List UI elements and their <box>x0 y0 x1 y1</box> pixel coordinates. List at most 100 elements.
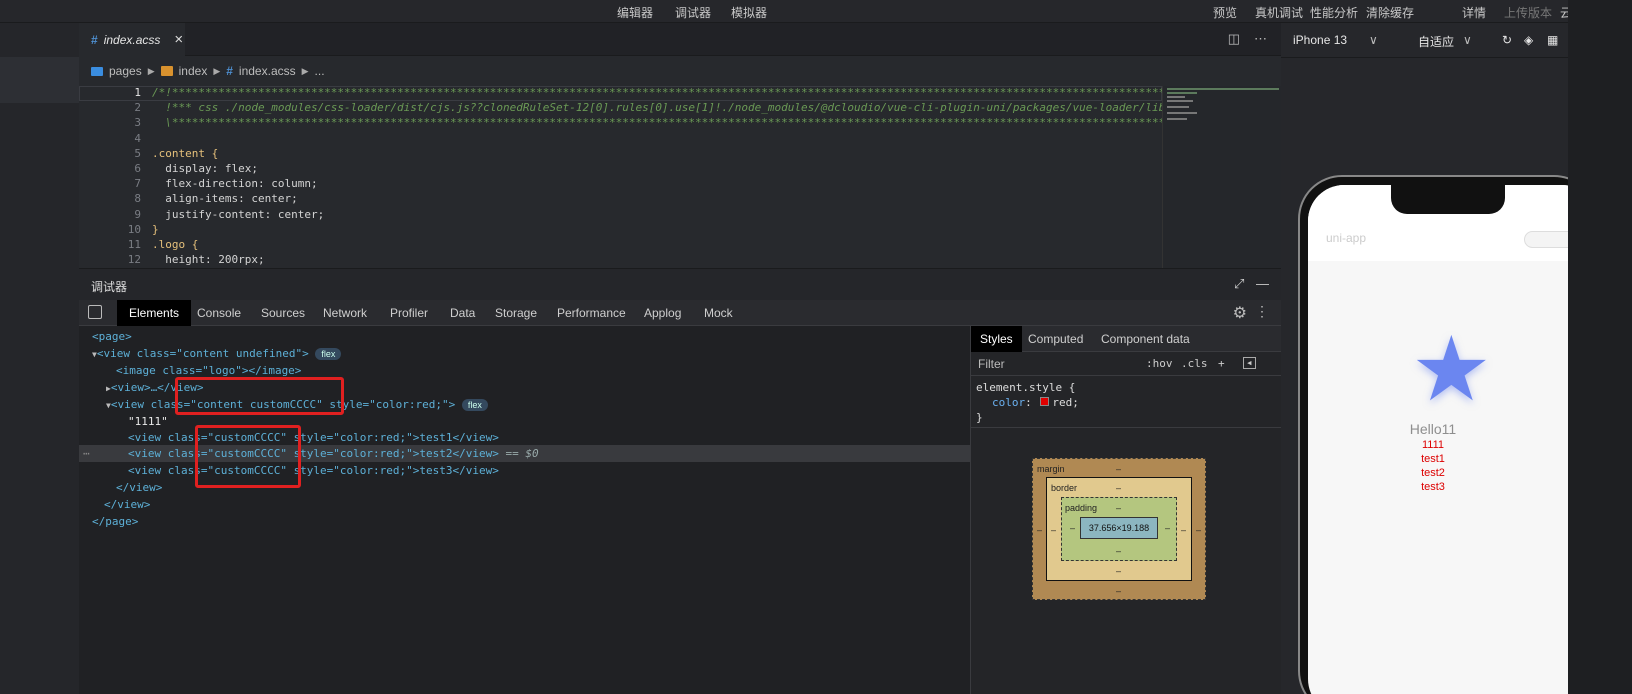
more-vertical-icon[interactable]: ⋮ <box>1255 303 1269 320</box>
upload-button[interactable]: 上传版本 <box>1504 4 1552 21</box>
tab-mock[interactable]: Mock <box>704 306 733 320</box>
minimap-line <box>1167 100 1193 102</box>
code-editor: # index.acss × ◫ ⋯ pages ▶ index ▶ # ind… <box>79 23 1344 268</box>
border-top-value[interactable]: – <box>1116 483 1121 493</box>
property-name[interactable]: color <box>992 396 1025 409</box>
padding-top-value[interactable]: – <box>1116 503 1121 513</box>
image-logo-tag: <image class="logo"></image> <box>116 364 302 377</box>
minimap-line <box>1167 96 1185 98</box>
tab-data[interactable]: Data <box>450 306 475 320</box>
box-model-padding: padding – – – – 37.656×19.188 <box>1061 497 1177 561</box>
text-node: "1111" <box>128 415 168 428</box>
tab-computed[interactable]: Computed <box>1028 332 1083 346</box>
tab-storage[interactable]: Storage <box>495 306 537 320</box>
tree-row[interactable]: <page> <box>79 328 970 345</box>
editor-tab-index-acss[interactable]: # index.acss × <box>79 23 185 56</box>
preview-button[interactable]: 预览 <box>1213 4 1237 21</box>
tab-network[interactable]: Network <box>323 306 367 320</box>
back-title[interactable]: uni-app <box>1326 231 1366 245</box>
tree-row[interactable]: ▼<view class="content undefined"> flex <box>79 345 970 362</box>
close-icon[interactable]: × <box>174 31 183 48</box>
toggle-sidebar-icon[interactable]: ◂ <box>1243 357 1256 369</box>
scale-select[interactable]: 自适应 <box>1418 33 1454 50</box>
tab-performance[interactable]: Performance <box>557 306 626 320</box>
split-editor-icon[interactable]: ◫ <box>1228 31 1240 47</box>
gear-icon[interactable]: ⚙ <box>1233 303 1247 323</box>
tab-profiler[interactable]: Profiler <box>390 306 428 320</box>
breadcrumb-more[interactable]: ... <box>315 64 325 78</box>
code-area[interactable]: 1 2 3 4 5 6 7 8 9 10 11 12 /*!**********… <box>79 86 1344 268</box>
line-number: 10 <box>127 223 141 236</box>
editor-tab-bar: # index.acss × ◫ ⋯ <box>79 23 1281 56</box>
minimap-line <box>1167 112 1197 114</box>
clear-cache-button[interactable]: 清除缓存 <box>1366 4 1414 21</box>
chevron-down-icon[interactable]: ∨ <box>1463 33 1472 47</box>
tree-row[interactable]: </view> <box>79 496 970 513</box>
red-text-1111: 1111 <box>1421 439 1445 451</box>
simulator-toolbar: iPhone 13 ∨ 自适应 ∨ ↻ ◈ ▦ <box>1281 23 1568 58</box>
red-text-test1: test1 <box>1421 453 1445 465</box>
filter-input[interactable]: Filter <box>978 357 1005 371</box>
margin-right-value[interactable]: – <box>1196 525 1201 535</box>
tab-applog[interactable]: Applog <box>644 306 681 320</box>
device-debug-button[interactable]: 真机调试 <box>1255 4 1303 21</box>
tree-row[interactable]: </page> <box>79 513 970 530</box>
performance-button[interactable]: 性能分析 <box>1310 4 1358 21</box>
padding-bottom-value[interactable]: – <box>1116 546 1121 556</box>
line-number: 6 <box>134 162 141 175</box>
line-number: 4 <box>134 132 141 145</box>
grid-icon[interactable]: ▦ <box>1547 33 1558 47</box>
tab-elements[interactable]: Elements <box>117 300 192 326</box>
breadcrumb-pages[interactable]: pages <box>109 64 142 78</box>
minimap[interactable] <box>1162 86 1281 268</box>
tab-sources[interactable]: Sources <box>261 306 305 320</box>
margin-bottom-value[interactable]: – <box>1116 586 1121 596</box>
menu-editor[interactable]: 编辑器 <box>617 4 653 21</box>
sidebar-selected-item[interactable] <box>0 57 79 103</box>
more-icon[interactable]: ⋯ <box>1254 31 1267 47</box>
more-icon[interactable]: ⋯ <box>83 445 90 462</box>
breadcrumb-index[interactable]: index <box>179 64 208 78</box>
flex-badge[interactable]: flex <box>315 348 342 360</box>
rule-declaration[interactable]: color: red; <box>976 395 1276 410</box>
box-model-content[interactable]: 37.656×19.188 <box>1080 517 1158 539</box>
tab-styles[interactable]: Styles <box>971 326 1022 352</box>
property-value[interactable]: red; <box>1052 396 1079 409</box>
padding-right-value[interactable]: – <box>1165 523 1170 533</box>
cloud-button[interactable]: 云 <box>1560 4 1568 21</box>
inspect-element-icon[interactable] <box>88 305 102 319</box>
device-select[interactable]: iPhone 13 <box>1293 33 1347 47</box>
menu-simulator[interactable]: 模拟器 <box>731 4 767 21</box>
margin-left-value[interactable]: – <box>1037 525 1042 535</box>
styles-filter-bar: Filter :hov .cls + ◂ <box>971 352 1281 376</box>
tab-console[interactable]: Console <box>197 306 241 320</box>
expand-icon[interactable]: ⤢ <box>1234 276 1244 292</box>
details-button[interactable]: 详情 <box>1462 4 1486 21</box>
chevron-down-icon[interactable]: ∨ <box>1369 33 1378 47</box>
code-line: /*!*************************************… <box>152 86 1205 99</box>
code-line: justify-content: center; <box>152 208 325 221</box>
flex-badge[interactable]: flex <box>461 399 488 411</box>
menu-debugger[interactable]: 调试器 <box>675 4 711 21</box>
debugger-title: 调试器 <box>91 280 128 294</box>
code-line: align-items: center; <box>152 192 298 205</box>
margin-top-value[interactable]: – <box>1116 464 1121 474</box>
border-right-value[interactable]: – <box>1181 525 1186 535</box>
breadcrumb-file[interactable]: index.acss <box>239 64 296 78</box>
css-file-icon: # <box>226 64 233 78</box>
cube-icon[interactable]: ◈ <box>1524 33 1533 47</box>
add-rule-icon[interactable]: + <box>1218 357 1225 370</box>
code-line: display: flex; <box>152 162 258 175</box>
cls-toggle[interactable]: .cls <box>1181 357 1208 370</box>
minimize-icon[interactable]: — <box>1256 276 1269 291</box>
capsule-menu[interactable] <box>1524 231 1568 248</box>
refresh-icon[interactable]: ↻ <box>1502 33 1512 47</box>
border-bottom-value[interactable]: – <box>1116 566 1121 576</box>
padding-left-value[interactable]: – <box>1070 523 1075 533</box>
tab-component-data[interactable]: Component data <box>1101 332 1190 346</box>
border-left-value[interactable]: – <box>1051 525 1056 535</box>
folder-icon <box>91 66 103 76</box>
hov-toggle[interactable]: :hov <box>1146 357 1173 370</box>
page-close-tag: </page> <box>92 515 139 528</box>
color-swatch[interactable] <box>1040 397 1050 406</box>
